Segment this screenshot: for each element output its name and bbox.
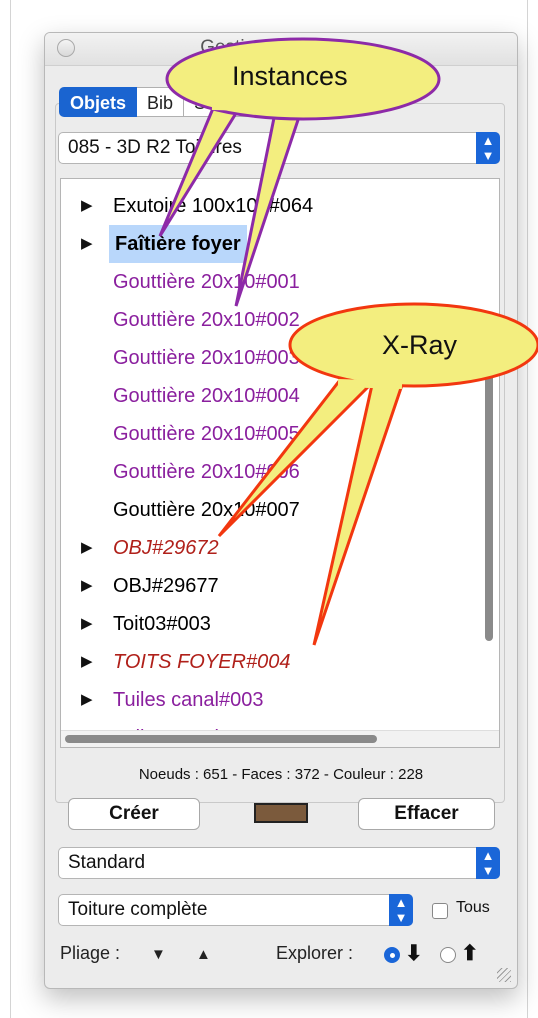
disclosure-triangle-icon[interactable]: ▶ [81, 225, 93, 263]
disclosure-triangle-icon[interactable]: ▶ [81, 529, 93, 567]
roof-select[interactable]: Toiture complète ▲ ▼ [58, 894, 413, 926]
explore-down-radio[interactable] [384, 947, 400, 963]
tous-checkbox[interactable] [432, 903, 448, 919]
create-button[interactable]: Créer [68, 798, 200, 830]
explore-up-radio[interactable] [440, 947, 456, 963]
tab-bib[interactable]: Bib [137, 87, 185, 117]
tree-item-label: Gouttière 20x10#006 [113, 461, 300, 483]
window-title: Gestion des Objets [200, 37, 362, 58]
tree-item-label: Gouttière 20x10#001 [113, 271, 300, 293]
resize-grip-icon[interactable] [497, 968, 511, 982]
tree-item[interactable]: ▶ TOITS FOYER#004 [61, 643, 499, 681]
tree-item-label: Gouttière 20x10#007 [113, 499, 300, 521]
disclosure-triangle-icon[interactable]: ▶ [81, 567, 93, 605]
scene-select-value: 085 - 3D R2 Toitures [68, 137, 242, 158]
erase-button[interactable]: Effacer [358, 798, 495, 830]
tree-item[interactable]: ▶ Tuiles canal#003 [61, 681, 499, 719]
tree-item-label: Toit03#003 [113, 613, 211, 635]
disclosure-triangle-icon[interactable]: ▶ [81, 605, 93, 643]
tree-item[interactable]: ▶ Toit03#003 [61, 605, 499, 643]
expand-icon[interactable]: ▲ [196, 946, 211, 963]
disclosure-triangle-icon[interactable]: ▶ [81, 643, 93, 681]
arrow-up-icon: ⬆ [461, 942, 479, 965]
chevron-updown-icon: ▲ ▼ [476, 847, 500, 879]
pliage-label: Pliage : [60, 943, 121, 963]
xray-annotation-label: X-Ray [382, 330, 458, 360]
stats-label: Noeuds : 651 - Faces : 372 - Couleur : 2… [138, 766, 424, 783]
tree-item-label: Exutoire 100x100#064 [113, 195, 314, 217]
roof-select-value: Toiture complète [68, 899, 208, 920]
chevron-updown-icon: ▲ ▼ [389, 894, 413, 926]
tree-item[interactable]: ▶ OBJ#29672 [61, 529, 499, 567]
tab-objets[interactable]: Objets [59, 87, 138, 117]
tree-item-label: Gouttière 20x10#005 [113, 423, 300, 445]
scene-select[interactable]: 085 - 3D R2 Toitures ▲ ▼ [58, 132, 500, 164]
tree-item[interactable]: ▶ OBJ#29677 [61, 567, 499, 605]
tree-item-label: OBJ#29672 [113, 537, 219, 559]
tree-item-label: Gouttière 20x10#002 [113, 309, 300, 331]
tree-item-label: TOITS FOYER#004 [113, 651, 291, 673]
arrow-down-icon: ⬇ [405, 942, 423, 965]
tree-item[interactable]: Gouttière 20x10#005 [61, 415, 499, 453]
color-swatch[interactable] [254, 803, 308, 823]
horizontal-scrollbar-track [61, 730, 499, 747]
disclosure-triangle-icon[interactable]: ▶ [81, 187, 93, 225]
vertical-scrollbar[interactable] [485, 371, 493, 641]
instances-annotation-label: Instances [232, 61, 348, 91]
object-tree[interactable]: ▶ Exutoire 100x100#064 ▶ Faîtière foyer Gout… [60, 178, 500, 748]
tree-item[interactable]: ▶ Exutoire 100x100#064 [61, 187, 499, 225]
disclosure-triangle-icon[interactable]: ▶ [81, 681, 93, 719]
style-select-value: Standard [68, 852, 146, 873]
object-manager-window: Gestion des Objets Objets Bib Snap DB Bl… [44, 32, 518, 989]
tous-label: Tous [456, 899, 490, 916]
tree-item-label: Gouttière 20x10#004 [113, 385, 300, 407]
tree-item-label: Tuiles canal#003 [113, 689, 264, 711]
style-select[interactable]: Standard ▲ ▼ [58, 847, 500, 879]
chevron-updown-icon: ▲ ▼ [476, 132, 500, 164]
explorer-label: Explorer : [276, 943, 354, 963]
tree-item[interactable]: Gouttière 20x10#004 [61, 377, 499, 415]
tree-item-label: Gouttière 20x10#003 [113, 347, 300, 369]
tree-item-label: Faîtière foyer [109, 225, 247, 263]
tree-item-label: OBJ#29677 [113, 575, 219, 597]
tree-item[interactable]: Gouttière 20x10#001 [61, 263, 499, 301]
collapse-icon[interactable]: ▼ [151, 946, 166, 963]
tree-item[interactable]: ▶ Faîtière foyer [61, 225, 499, 263]
horizontal-scrollbar[interactable] [65, 735, 377, 743]
tree-item[interactable]: Gouttière 20x10#006 [61, 453, 499, 491]
tree-item[interactable]: Gouttière 20x10#007 [61, 491, 499, 529]
